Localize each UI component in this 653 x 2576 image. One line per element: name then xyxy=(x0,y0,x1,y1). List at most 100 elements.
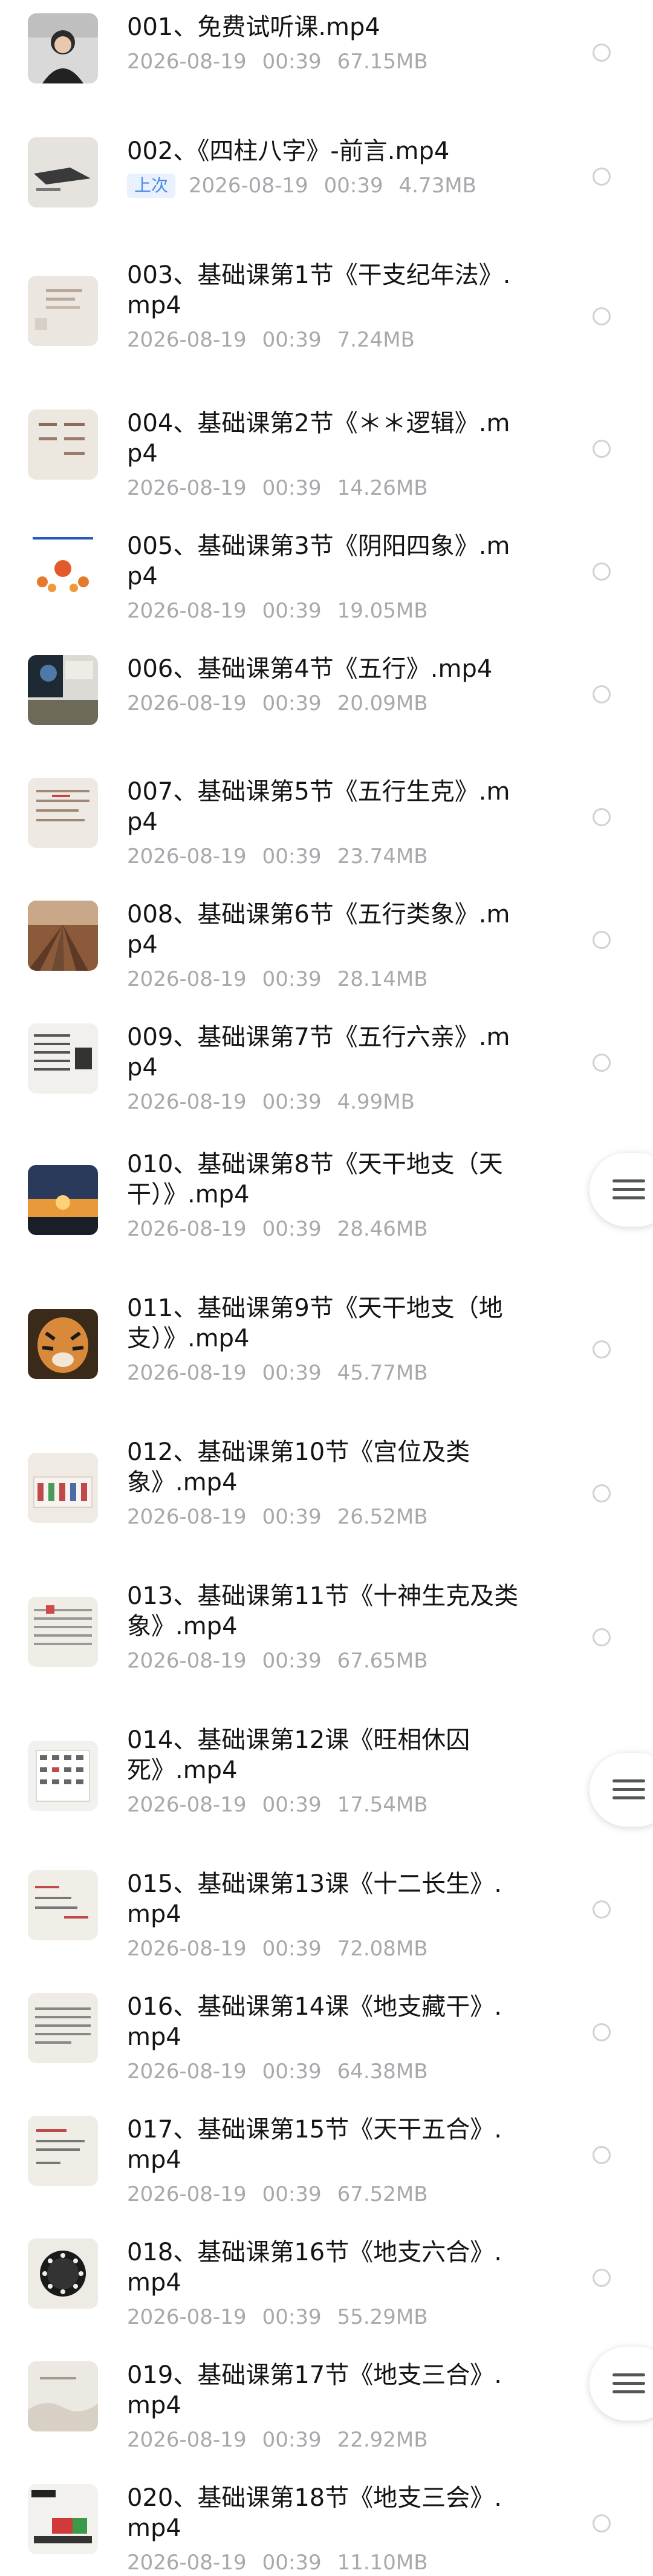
select-radio[interactable] xyxy=(593,1054,611,1072)
select-radio[interactable] xyxy=(593,562,611,581)
file-name: 010、基础课第8节《天干地支（天干）》.mp4 xyxy=(127,1150,503,1208)
file-time: 00:39 xyxy=(262,476,322,500)
select-radio[interactable] xyxy=(593,2023,611,2041)
file-row[interactable]: 020、基础课第18节《地支三会》.mp4 2026-08-19 00:39 11.… xyxy=(0,2477,653,2575)
file-row[interactable]: 015、基础课第13课《十二长生》.mp4 2026-08-19 00:39 72.… xyxy=(0,1863,653,1961)
file-row[interactable]: 018、基础课第16节《地支六合》.mp4 2026-08-19 00:39 55.… xyxy=(0,2231,653,2329)
file-date: 2026-08-19 xyxy=(127,2551,247,2575)
file-name: 018、基础课第16节《地支六合》.mp4 xyxy=(127,2239,502,2297)
file-time: 00:39 xyxy=(262,2059,322,2084)
select-radio[interactable] xyxy=(593,2514,611,2532)
video-thumbnail xyxy=(28,137,98,207)
file-name: 014、基础课第12课《旺相休囚死》.mp4 xyxy=(127,1726,470,1784)
menu-icon xyxy=(612,2373,645,2394)
file-size: 7.24MB xyxy=(337,328,415,352)
file-time: 00:39 xyxy=(262,2305,322,2329)
select-radio[interactable] xyxy=(593,1340,611,1358)
file-size: 67.65MB xyxy=(337,1649,428,1673)
video-thumbnail xyxy=(28,2484,98,2554)
video-thumbnail xyxy=(28,409,98,480)
file-time: 00:39 xyxy=(262,1793,322,1817)
file-row[interactable]: 001、免费试听课.mp4 2026-08-19 00:39 67.15MB xyxy=(0,6,653,97)
video-thumbnail xyxy=(28,1309,98,1379)
file-row[interactable]: 014、基础课第12课《旺相休囚死》.mp4 2026-08-19 00:39 17… xyxy=(0,1719,653,1834)
video-thumbnail xyxy=(28,2116,98,2186)
file-size: 19.05MB xyxy=(337,599,428,623)
file-time: 00:39 xyxy=(262,2428,322,2452)
file-date: 2026-08-19 xyxy=(127,2059,247,2084)
file-time: 00:39 xyxy=(262,691,322,716)
file-row[interactable]: 019、基础课第17节《地支三合》.mp4 2026-08-19 00:39 22.… xyxy=(0,2354,653,2452)
file-size: 45.77MB xyxy=(337,1361,428,1385)
file-row[interactable]: 005、基础课第3节《阴阳四象》.mp4 2026-08-19 00:39 19.0… xyxy=(0,525,653,623)
file-name: 006、基础课第4节《五行》.mp4 xyxy=(127,655,493,683)
video-thumbnail xyxy=(28,2239,98,2309)
video-thumbnail xyxy=(28,1453,98,1523)
file-time: 00:39 xyxy=(262,1361,322,1385)
file-row[interactable]: 012、基础课第10节《宫位及类象》.mp4 2026-08-19 00:39 26… xyxy=(0,1431,653,1546)
file-row[interactable]: 013、基础课第11节《十神生克及类象》.mp4 2026-08-19 00:39… xyxy=(0,1575,653,1690)
file-date: 2026-08-19 xyxy=(127,328,247,352)
file-row[interactable]: 007、基础课第5节《五行生克》.mp4 2026-08-19 00:39 23.7… xyxy=(0,771,653,869)
video-thumbnail xyxy=(28,1741,98,1811)
file-time: 00:39 xyxy=(262,1649,322,1673)
select-radio[interactable] xyxy=(593,1628,611,1646)
file-size: 55.29MB xyxy=(337,2305,428,2329)
video-thumbnail xyxy=(28,1023,98,1094)
file-size: 28.14MB xyxy=(337,967,428,991)
file-time: 00:39 xyxy=(262,328,322,352)
file-name: 019、基础课第17节《地支三合》.mp4 xyxy=(127,2361,502,2419)
select-radio[interactable] xyxy=(593,168,611,186)
select-radio[interactable] xyxy=(593,931,611,949)
file-row[interactable]: 011、基础课第9节《天干地支（地支）》.mp4 2026-08-19 00:39… xyxy=(0,1287,653,1402)
select-radio[interactable] xyxy=(593,440,611,458)
file-name: 003、基础课第1节《干支纪年法》.mp4 xyxy=(127,261,511,319)
file-row[interactable]: 016、基础课第14课《地支藏干》.mp4 2026-08-19 00:39 64.… xyxy=(0,1986,653,2084)
video-thumbnail xyxy=(28,276,98,346)
menu-icon xyxy=(612,1179,645,1200)
file-date: 2026-08-19 xyxy=(189,174,308,198)
select-radio[interactable] xyxy=(593,1484,611,1502)
file-name: 015、基础课第13课《十二长生》.mp4 xyxy=(127,1870,502,1928)
select-radio[interactable] xyxy=(593,2146,611,2164)
file-date: 2026-08-19 xyxy=(127,1793,247,1817)
select-radio[interactable] xyxy=(593,685,611,703)
select-radio[interactable] xyxy=(593,1900,611,1919)
file-row[interactable]: 010、基础课第8节《天干地支（天干）》.mp4 2026-08-19 00:39… xyxy=(0,1143,653,1258)
file-name: 013、基础课第11节《十神生克及类象》.mp4 xyxy=(127,1582,519,1640)
file-row[interactable]: 009、基础课第7节《五行六亲》.mp4 2026-08-19 00:39 4.99… xyxy=(0,1016,653,1114)
file-time: 00:39 xyxy=(262,844,322,869)
video-thumbnail xyxy=(28,1993,98,2063)
file-name: 016、基础课第14课《地支藏干》.mp4 xyxy=(127,1993,502,2051)
file-name: 007、基础课第5节《五行生克》.mp4 xyxy=(127,778,510,836)
file-size: 4.99MB xyxy=(337,1090,415,1114)
file-size: 4.73MB xyxy=(398,174,476,198)
video-thumbnail xyxy=(28,1597,98,1667)
file-row[interactable]: 002、《四柱八字》-前言.mp4 上次 2026-08-19 00:39 4.73M… xyxy=(0,130,653,221)
file-row[interactable]: 003、基础课第1节《干支纪年法》.mp4 2026-08-19 00:39 7.2… xyxy=(0,254,653,369)
file-date: 2026-08-19 xyxy=(127,599,247,623)
file-size: 67.15MB xyxy=(337,50,428,74)
video-thumbnail xyxy=(28,655,98,725)
file-name: 011、基础课第9节《天干地支（地支）》.mp4 xyxy=(127,1294,503,1352)
file-size: 14.26MB xyxy=(337,476,428,500)
file-row[interactable]: 006、基础课第4节《五行》.mp4 2026-08-19 00:39 20.09M… xyxy=(0,648,653,739)
menu-icon xyxy=(612,1779,645,1800)
video-thumbnail xyxy=(28,1165,98,1235)
select-radio[interactable] xyxy=(593,808,611,826)
file-date: 2026-08-19 xyxy=(127,1090,247,1114)
file-row[interactable]: 008、基础课第6节《五行类象》.mp4 2026-08-19 00:39 28.1… xyxy=(0,893,653,991)
file-size: 20.09MB xyxy=(337,691,428,716)
file-size: 67.52MB xyxy=(337,2182,428,2206)
video-thumbnail xyxy=(28,532,98,602)
file-time: 00:39 xyxy=(262,2182,322,2206)
file-name: 002、《四柱八字》-前言.mp4 xyxy=(127,137,450,165)
select-radio[interactable] xyxy=(593,307,611,325)
select-radio[interactable] xyxy=(593,2269,611,2287)
select-radio[interactable] xyxy=(593,44,611,62)
file-row[interactable]: 017、基础课第15节《天干五合》.mp4 2026-08-19 00:39 67.… xyxy=(0,2108,653,2206)
file-name: 005、基础课第3节《阴阳四象》.mp4 xyxy=(127,532,510,590)
file-date: 2026-08-19 xyxy=(127,1361,247,1385)
file-row[interactable]: 004、基础课第2节《＊＊逻辑》.mp4 2026-08-19 00:39 14.2… xyxy=(0,402,653,500)
file-time: 00:39 xyxy=(262,2551,322,2575)
